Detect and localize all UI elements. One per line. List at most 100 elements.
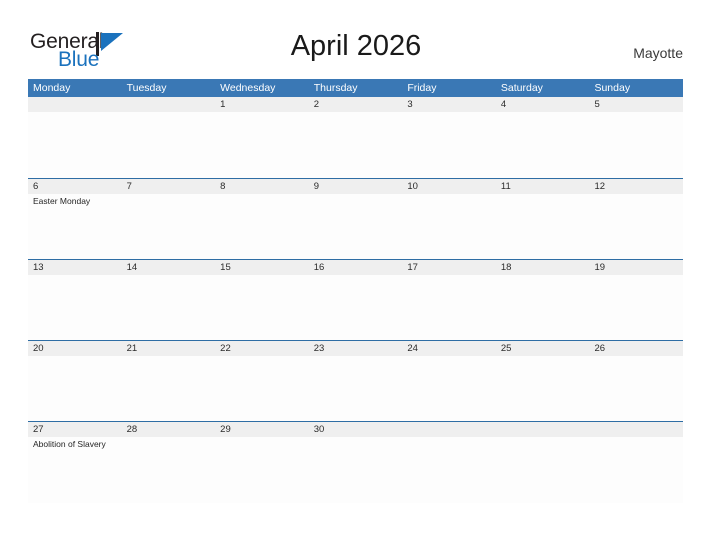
day-number-11[interactable]: 11: [496, 179, 590, 194]
day-number-8[interactable]: 8: [215, 179, 309, 194]
weekday-header-monday: Monday: [33, 82, 71, 94]
day-number-30[interactable]: 30: [309, 422, 403, 437]
day-cell-21[interactable]: [122, 356, 216, 422]
day-number-26[interactable]: 26: [589, 341, 683, 356]
day-number-empty: [496, 422, 590, 437]
day-number-10[interactable]: 10: [402, 179, 496, 194]
calendar-week-row: 27 28 29 30 Abolition of Slavery: [28, 421, 683, 503]
day-cell-22[interactable]: [215, 356, 309, 422]
calendar-week-row: 13 14 15 16 17 18 19: [28, 259, 683, 341]
day-cell-empty: [496, 437, 590, 503]
calendar-week-row: 20 21 22 23 24 25 26: [28, 340, 683, 422]
day-number-28[interactable]: 28: [122, 422, 216, 437]
day-number-19[interactable]: 19: [589, 260, 683, 275]
day-cell-19[interactable]: [589, 275, 683, 341]
day-number-15[interactable]: 15: [215, 260, 309, 275]
day-cell-13[interactable]: [28, 275, 122, 341]
day-events-strip: [28, 112, 683, 178]
calendar-weeks: 1 2 3 4 5 6 7 8 9 10 11 12 Easter Monday 13 14 15 16 17 18…: [28, 97, 683, 503]
day-cell-11[interactable]: [496, 194, 590, 260]
day-cell-10[interactable]: [402, 194, 496, 260]
day-cell-18[interactable]: [496, 275, 590, 341]
day-number-strip: 13 14 15 16 17 18 19: [28, 259, 683, 275]
day-number-27[interactable]: 27: [28, 422, 122, 437]
day-events-strip: [28, 356, 683, 422]
day-number-empty: [122, 97, 216, 112]
day-cell-14[interactable]: [122, 275, 216, 341]
day-cell-20[interactable]: [28, 356, 122, 422]
day-number-29[interactable]: 29: [215, 422, 309, 437]
day-number-6[interactable]: 6: [28, 179, 122, 194]
day-number-18[interactable]: 18: [496, 260, 590, 275]
weekday-header-friday: Friday: [407, 82, 437, 94]
weekday-header-tuesday: Tuesday: [126, 82, 167, 94]
day-cell-7[interactable]: [122, 194, 216, 260]
weekday-header-sunday: Sunday: [594, 82, 631, 94]
day-number-21[interactable]: 21: [122, 341, 216, 356]
event-label: Easter Monday: [33, 196, 91, 206]
day-number-23[interactable]: 23: [309, 341, 403, 356]
page-header: General Blue April 2026 Mayotte: [0, 0, 712, 78]
locale-label: Mayotte: [633, 45, 683, 61]
day-cell-empty: [402, 437, 496, 503]
calendar-week-row: 12345: [28, 97, 683, 178]
day-number-14[interactable]: 14: [122, 260, 216, 275]
day-cell-25[interactable]: [496, 356, 590, 422]
day-number-strip: 6 7 8 9 10 11 12: [28, 178, 683, 194]
day-cell-9[interactable]: [309, 194, 403, 260]
day-number-17[interactable]: 17: [402, 260, 496, 275]
day-cell-empty: [122, 112, 216, 178]
day-cell-empty: [589, 437, 683, 503]
weekday-header-row: Monday Tuesday Wednesday Thursday Friday Satu…: [28, 79, 683, 97]
day-number-9[interactable]: 9: [309, 179, 403, 194]
day-cell-3[interactable]: [402, 112, 496, 178]
event-label: Abolition of Slavery: [33, 439, 106, 449]
day-number-empty: [589, 422, 683, 437]
day-cell-12[interactable]: [589, 194, 683, 260]
day-number-empty: [402, 422, 496, 437]
day-cell-2[interactable]: [309, 112, 403, 178]
day-cell-empty: [28, 112, 122, 178]
day-number-1[interactable]: 1: [215, 97, 309, 112]
day-cell-8[interactable]: [215, 194, 309, 260]
day-cell-15[interactable]: [215, 275, 309, 341]
day-cell-1[interactable]: [215, 112, 309, 178]
day-number-empty: [28, 97, 122, 112]
day-cell-29[interactable]: [215, 437, 309, 503]
weekday-header-thursday: Thursday: [313, 82, 358, 94]
calendar-week-row: 6 7 8 9 10 11 12 Easter Monday: [28, 178, 683, 260]
day-cell-28[interactable]: [122, 437, 216, 503]
day-number-13[interactable]: 13: [28, 260, 122, 275]
day-cell-4[interactable]: [496, 112, 590, 178]
day-events-strip: Easter Monday: [28, 194, 683, 260]
day-cell-5[interactable]: [589, 112, 683, 178]
day-number-strip: 27 28 29 30: [28, 421, 683, 437]
day-number-12[interactable]: 12: [589, 179, 683, 194]
day-cell-26[interactable]: [589, 356, 683, 422]
calendar-grid: Monday Tuesday Wednesday Thursday Friday Satu…: [28, 79, 683, 503]
day-cell-16[interactable]: [309, 275, 403, 341]
day-number-3[interactable]: 3: [402, 97, 496, 112]
weekday-header-wednesday: Wednesday: [220, 82, 276, 94]
day-number-16[interactable]: 16: [309, 260, 403, 275]
day-number-4[interactable]: 4: [496, 97, 590, 112]
day-cell-24[interactable]: [402, 356, 496, 422]
day-number-22[interactable]: 22: [215, 341, 309, 356]
day-number-20[interactable]: 20: [28, 341, 122, 356]
weekday-header-saturday: Saturday: [500, 82, 543, 94]
page-title: April 2026: [290, 30, 422, 62]
day-number-strip: 12345: [28, 97, 683, 112]
day-cell-17[interactable]: [402, 275, 496, 341]
day-events-strip: [28, 275, 683, 341]
day-number-24[interactable]: 24: [402, 341, 496, 356]
day-number-2[interactable]: 2: [309, 97, 403, 112]
day-number-25[interactable]: 25: [496, 341, 590, 356]
day-number-5[interactable]: 5: [589, 97, 683, 112]
day-cell-27[interactable]: Abolition of Slavery: [28, 437, 122, 503]
day-number-strip: 20 21 22 23 24 25 26: [28, 340, 683, 356]
day-cell-30[interactable]: [309, 437, 403, 503]
day-events-strip: Abolition of Slavery: [28, 437, 683, 503]
day-number-7[interactable]: 7: [122, 179, 216, 194]
day-cell-6[interactable]: Easter Monday: [28, 194, 122, 260]
day-cell-23[interactable]: [309, 356, 403, 422]
